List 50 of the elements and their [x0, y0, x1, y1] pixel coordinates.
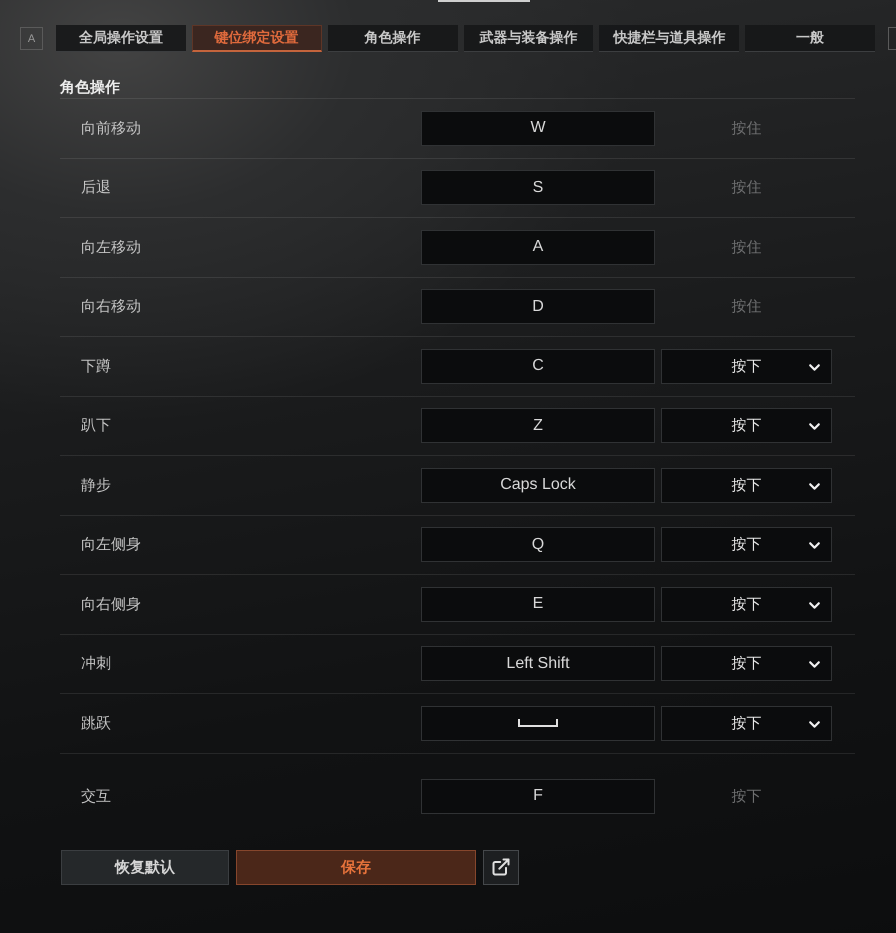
key-binding-field[interactable]: Z: [421, 408, 655, 444]
key-binding-field[interactable]: Q: [421, 527, 655, 562]
export-button[interactable]: [483, 850, 519, 884]
mode-dropdown[interactable]: 按下: [661, 586, 832, 622]
key-binding-field[interactable]: Left Shift: [421, 646, 655, 682]
spacebar-icon: [518, 719, 558, 728]
mode-dropdown[interactable]: 按下: [661, 408, 832, 444]
action-label: 趴下: [80, 416, 112, 436]
tab[interactable]: 角色操作: [328, 25, 458, 52]
action-label: 向右侧身: [80, 594, 142, 614]
mode-text: 按住: [732, 238, 762, 257]
mode-text: 按下: [732, 786, 762, 806]
action-label: 跳跃: [80, 714, 112, 733]
action-label: 下蹲: [80, 356, 112, 376]
key-binding-field[interactable]: C: [421, 348, 655, 384]
mode-dropdown[interactable]: 按下: [661, 468, 832, 503]
save-button[interactable]: 保存: [236, 850, 476, 884]
action-label: 冲刺: [80, 654, 112, 674]
action-label: 后退: [80, 178, 112, 198]
action-label: 向左移动: [80, 238, 142, 257]
key-hint-frame: [888, 27, 896, 50]
mode-text: 按住: [732, 178, 762, 198]
key-binding-field[interactable]: A: [421, 230, 655, 265]
action-label: 向右移动: [80, 297, 142, 316]
tab[interactable]: 全局操作设置: [56, 25, 186, 52]
tab[interactable]: 键位绑定设置: [192, 25, 322, 52]
mode-dropdown[interactable]: 按下: [661, 348, 832, 384]
key-binding-field[interactable]: F: [421, 778, 655, 814]
action-label: 向左侧身: [80, 535, 142, 554]
tab[interactable]: 武器与装备操作: [464, 25, 594, 52]
reset-default-button[interactable]: 恢复默认: [61, 850, 229, 884]
mode-dropdown[interactable]: 按下: [661, 527, 832, 562]
key-binding-field[interactable]: [421, 706, 655, 741]
section-title: 角色操作: [60, 78, 121, 98]
key-binding-field[interactable]: Caps Lock: [421, 468, 655, 503]
action-label: 交互: [80, 786, 112, 806]
action-label: 向前移动: [80, 118, 142, 138]
key-binding-field[interactable]: E: [421, 586, 655, 622]
key-hint: A: [20, 27, 43, 50]
mode-dropdown[interactable]: 按下: [661, 646, 832, 682]
key-binding-field[interactable]: W: [421, 110, 655, 146]
tab[interactable]: 一般: [745, 25, 876, 52]
mode-text: 按住: [732, 118, 762, 138]
mode-dropdown[interactable]: 按下: [661, 706, 832, 741]
mode-text: 按住: [732, 297, 762, 316]
action-label: 静步: [80, 476, 112, 495]
tab[interactable]: 快捷栏与道具操作: [599, 25, 740, 52]
key-binding-field[interactable]: D: [421, 289, 655, 324]
external-link-icon: [491, 857, 511, 877]
key-binding-field[interactable]: S: [421, 170, 655, 206]
